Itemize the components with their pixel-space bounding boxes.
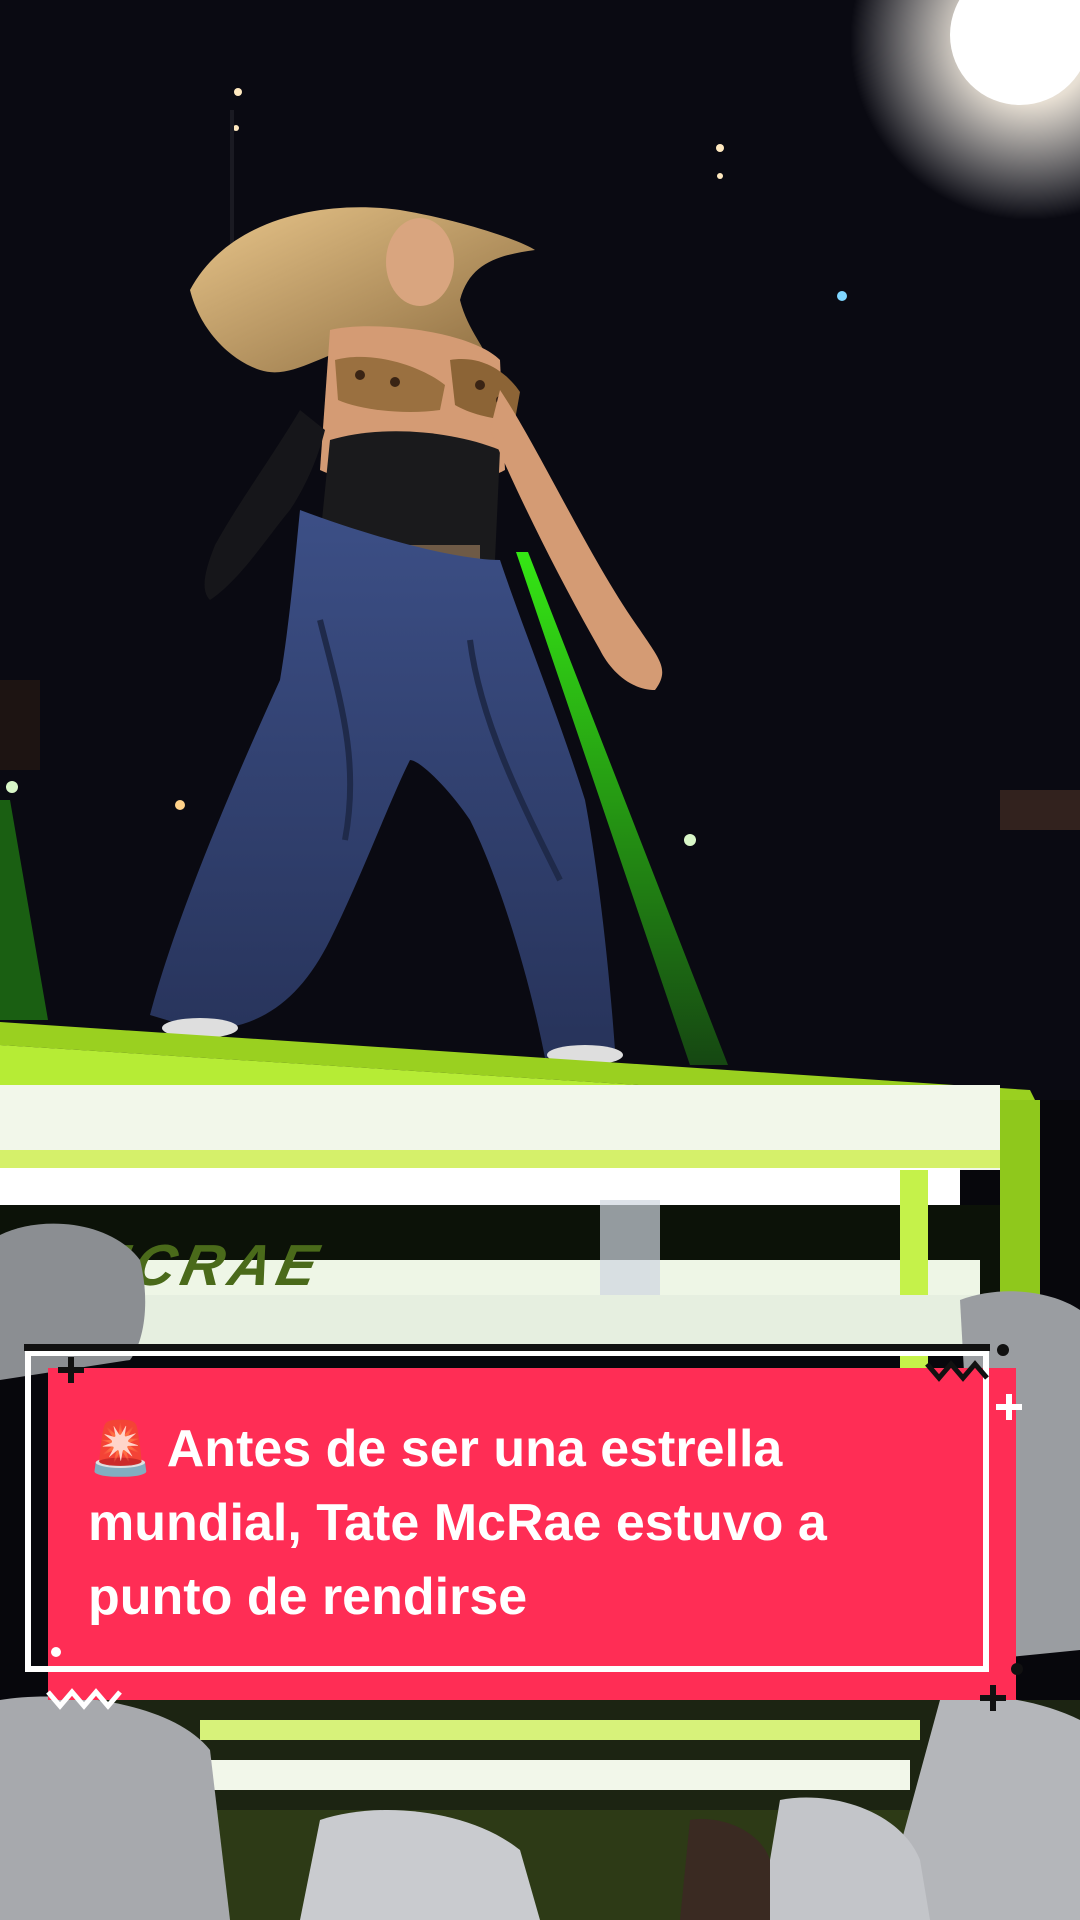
caption-text: 🚨 Antes de ser una estrella mundial, Tate… <box>88 1412 968 1634</box>
plus-icon <box>996 1394 1022 1420</box>
zigzag-icon <box>925 1360 989 1382</box>
caption-top-bar <box>24 1344 990 1351</box>
dot-icon <box>51 1647 61 1657</box>
zigzag-icon <box>46 1688 122 1710</box>
siren-icon: 🚨 <box>88 1420 153 1478</box>
distant-light <box>234 88 242 96</box>
plus-icon <box>58 1357 84 1383</box>
plus-icon <box>980 1685 1006 1711</box>
dot-icon <box>1011 1663 1023 1675</box>
caption-headline: Antes de ser una estrella mundial, Tate … <box>88 1420 827 1626</box>
dot-icon <box>997 1344 1009 1356</box>
